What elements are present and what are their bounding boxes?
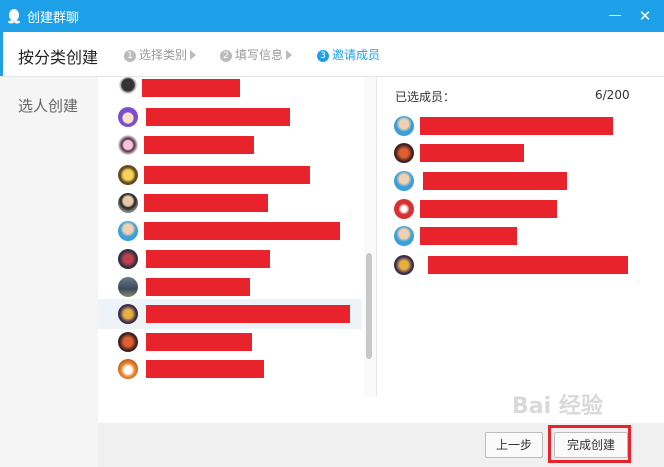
sidebar-item-select-people[interactable]: 选人创建 (18, 95, 78, 116)
member-row[interactable] (377, 167, 664, 195)
step-arrow-icon (286, 50, 293, 60)
window-title: 创建群聊 (27, 11, 80, 26)
member-row[interactable] (377, 251, 664, 279)
redacted-name (146, 305, 350, 323)
scrollbar-thumb[interactable] (366, 253, 372, 359)
step-select-category: 1 选择类别 (124, 46, 197, 63)
avatar-person-blue-icon (394, 171, 414, 191)
contact-row[interactable] (98, 161, 362, 189)
avatar-cartoon-pink-icon (118, 135, 138, 155)
contact-row[interactable] (98, 299, 362, 329)
redacted-name (144, 166, 310, 184)
redacted-name (420, 144, 524, 162)
avatar-person-blue-icon (118, 221, 138, 241)
redacted-name (144, 222, 340, 240)
step-label: 选择类别 (139, 48, 188, 62)
contact-row[interactable] (98, 328, 362, 356)
avatar-game-icon (118, 304, 138, 324)
redacted-name (146, 278, 250, 296)
avatar-cartoon-purple-icon (118, 107, 138, 127)
title-bar: 创建群聊 — ✕ (0, 0, 664, 32)
step-number: 3 (317, 50, 329, 62)
redacted-name (146, 360, 264, 378)
step-fill-info: 2 填写信息 (220, 46, 293, 63)
step-number: 1 (124, 50, 136, 62)
tab-by-category[interactable]: 按分类创建 (18, 44, 98, 68)
redacted-name (428, 256, 628, 274)
selected-members-panel: 已选成员： 6/200 (377, 77, 664, 397)
contact-row[interactable] (98, 273, 362, 301)
previous-step-button[interactable]: 上一步 (485, 432, 543, 458)
contact-list-scrollbar[interactable] (364, 77, 376, 397)
redacted-name (420, 200, 557, 218)
step-arrow-icon (190, 50, 197, 60)
contact-row[interactable] (98, 103, 362, 131)
member-row[interactable] (377, 112, 664, 140)
avatar-person-dark-icon (118, 249, 138, 269)
redacted-name (144, 194, 268, 212)
contact-row[interactable] (98, 77, 362, 105)
member-row[interactable] (377, 195, 664, 223)
redacted-name (146, 108, 290, 126)
avatar-dark-icon (118, 77, 138, 97)
selected-members-label: 已选成员： (395, 90, 456, 104)
redacted-name (146, 250, 270, 268)
redacted-name (420, 117, 613, 135)
contact-row[interactable] (98, 245, 362, 273)
qq-penguin-icon (8, 9, 20, 24)
avatar-landscape-icon (118, 277, 138, 297)
minimize-button[interactable]: — (606, 7, 624, 25)
avatar-person-icon (118, 193, 138, 213)
avatar-person-blue-icon (394, 226, 414, 246)
contact-row[interactable] (98, 355, 362, 383)
sidebar: 选人创建 (0, 77, 98, 467)
step-label: 邀请成员 (332, 48, 381, 62)
redacted-name (423, 172, 567, 190)
close-button[interactable]: ✕ (636, 7, 654, 25)
active-tab-indicator (0, 32, 3, 76)
redacted-name (146, 333, 252, 351)
contact-row[interactable] (98, 217, 362, 245)
avatar-person-blue-icon (394, 116, 414, 136)
header-steps: 按分类创建 1 选择类别 2 填写信息 3 邀请成员 (0, 32, 664, 77)
avatar-cartoon-face-icon (118, 165, 138, 185)
redacted-name (420, 227, 517, 245)
contact-list (98, 77, 376, 397)
step-number: 2 (220, 50, 232, 62)
step-label: 填写信息 (235, 48, 284, 62)
selected-members-count: 6/200 (595, 88, 630, 102)
avatar-game-red-icon (394, 143, 414, 163)
step-invite-members: 3 邀请成员 (317, 46, 380, 63)
avatar-cartoon-fox-icon (118, 359, 138, 379)
contact-row[interactable] (98, 189, 362, 217)
member-row[interactable] (377, 222, 664, 250)
avatar-badge-red-icon (394, 199, 414, 219)
baidu-watermark: Bai 经验 (512, 394, 603, 419)
contact-row[interactable] (98, 131, 362, 159)
avatar-game-icon (394, 255, 414, 275)
redacted-name (144, 136, 254, 154)
annotation-highlight-box (548, 425, 631, 463)
member-row[interactable] (377, 139, 664, 167)
redacted-name (142, 79, 240, 97)
avatar-game-red-icon (118, 332, 138, 352)
